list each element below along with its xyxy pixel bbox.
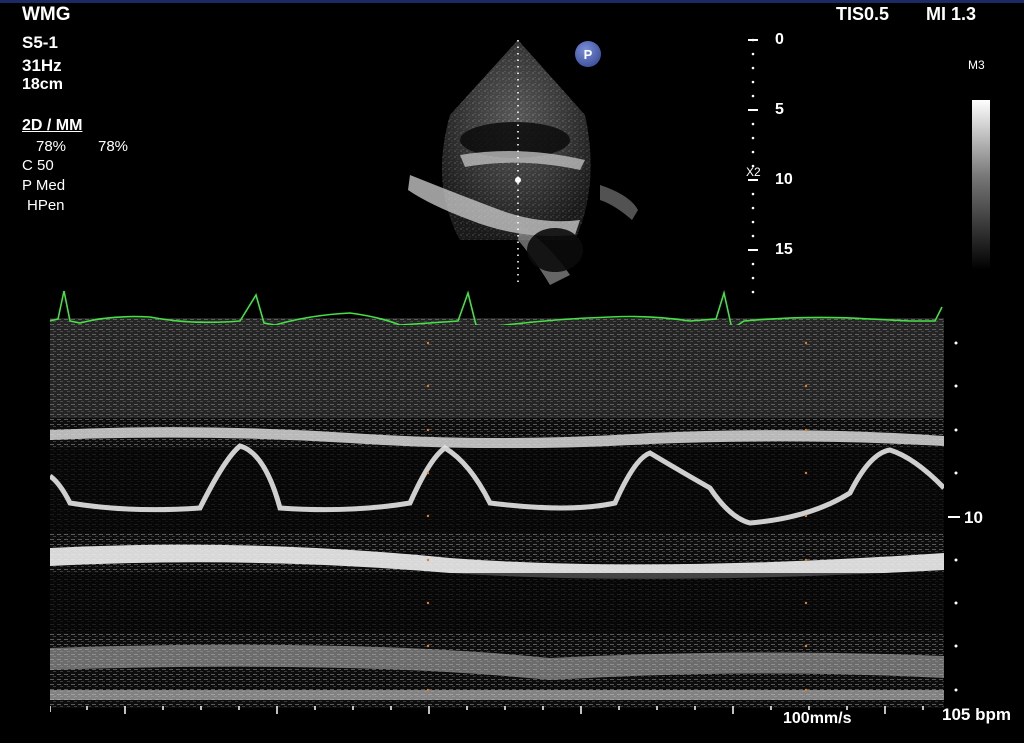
probe-orientation-badge: P <box>575 41 601 67</box>
depth-tick-0: 0 <box>775 31 784 48</box>
power-label: P Med <box>22 177 66 194</box>
heart-rate-label: 105 bpm <box>942 705 1011 724</box>
focus-label: X2 <box>746 165 761 179</box>
tis-label: TIS0.5 <box>836 4 890 24</box>
harmonic-label: HPen <box>27 197 65 214</box>
probe-label: S5-1 <box>22 33 58 52</box>
mode-label: 2D / MM <box>22 117 83 134</box>
compression-label: C 50 <box>22 157 54 174</box>
mi-label: MI 1.3 <box>926 4 977 24</box>
depth-tick-15: 15 <box>775 241 793 258</box>
ecg-trace <box>50 289 943 325</box>
sector-image <box>408 40 638 285</box>
frame-rate-label: 31Hz <box>22 56 62 75</box>
depth-tick-5: 5 <box>775 101 784 118</box>
map-label: M3 <box>968 58 985 72</box>
sweep-speed-label: 100mm/s <box>783 710 852 727</box>
gain-2d-label: 78% <box>36 138 67 155</box>
top-border <box>0 0 1024 3</box>
depth-label: 18cm <box>22 76 63 93</box>
grayscale-bar <box>972 100 990 270</box>
gain-mm-label: 78% <box>98 138 129 155</box>
m-mode-trace <box>50 318 944 708</box>
m-mode-depth-scale <box>948 341 960 692</box>
site-label: WMG <box>22 4 71 25</box>
m-mode-depth-label: 10 <box>964 508 983 527</box>
depth-tick-10: 10 <box>775 171 793 188</box>
